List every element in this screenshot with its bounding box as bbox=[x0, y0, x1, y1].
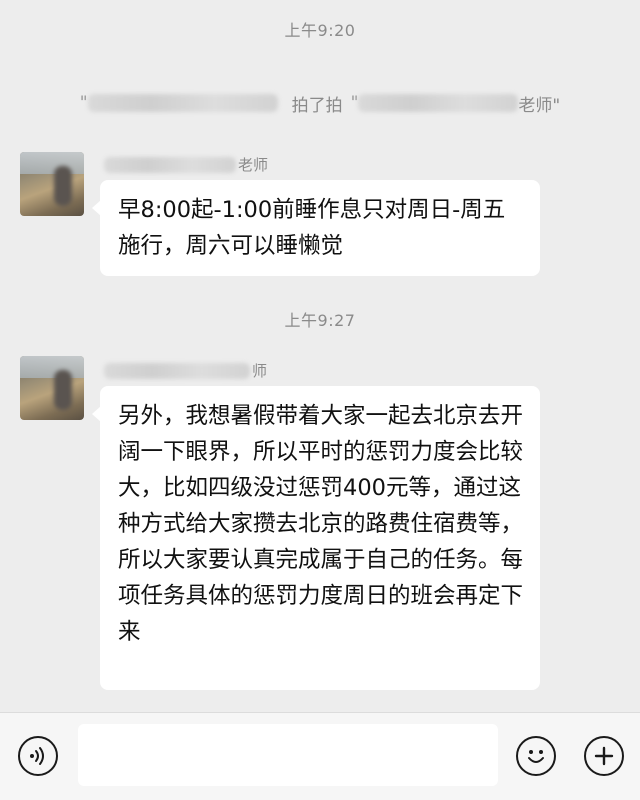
voice-button[interactable] bbox=[18, 736, 58, 776]
message-bubble[interactable]: 另外，我想暑假带着大家一起去北京去开阔一下眼界，所以平时的惩罚力度会比较大，比如… bbox=[92, 386, 540, 690]
timestamp: 上午9:27 bbox=[284, 311, 356, 330]
timestamp: 上午9:20 bbox=[284, 21, 356, 40]
more-button[interactable] bbox=[584, 736, 624, 776]
plus-icon bbox=[594, 746, 614, 766]
chat-screen: 上午9:20 " 拍了拍 " 老师" 老师 早8:00起-1:00前睡作息只对周… bbox=[0, 0, 640, 800]
pat-target-suffix: 老师" bbox=[518, 95, 561, 116]
sender-name-suffix: 老师 bbox=[238, 156, 269, 174]
pat-text: 拍了拍 bbox=[291, 95, 343, 116]
sender-name: 师 bbox=[104, 360, 267, 381]
blurred-name bbox=[104, 156, 236, 173]
blurred-name bbox=[87, 94, 278, 112]
emoji-icon bbox=[528, 750, 544, 763]
voice-icon bbox=[30, 747, 44, 765]
sender-name: 老师 bbox=[104, 154, 268, 175]
avatar[interactable] bbox=[20, 152, 84, 216]
message-input[interactable] bbox=[78, 724, 498, 786]
sender-name-suffix: 师 bbox=[252, 362, 268, 380]
emoji-button[interactable] bbox=[516, 736, 556, 776]
pat-notice: " 拍了拍 " 老师" bbox=[0, 88, 640, 118]
blurred-name bbox=[104, 362, 250, 379]
message-bubble[interactable]: 早8:00起-1:00前睡作息只对周日-周五施行，周六可以睡懒觉 bbox=[92, 180, 540, 276]
blurred-name bbox=[358, 94, 519, 112]
avatar[interactable] bbox=[20, 356, 84, 420]
